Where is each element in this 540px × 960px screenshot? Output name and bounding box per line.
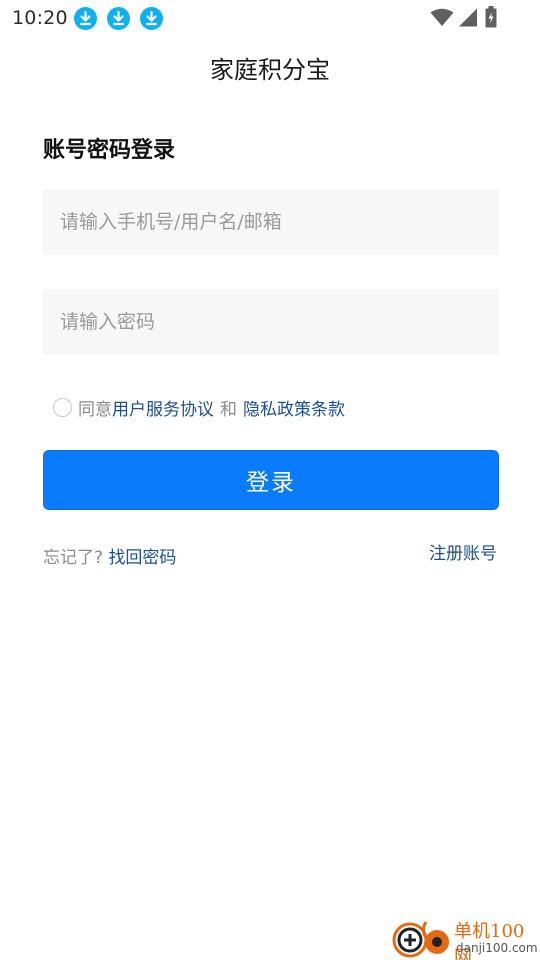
password-input[interactable]: [43, 289, 499, 355]
recover-password-link[interactable]: 找回密码: [108, 548, 176, 568]
privacy-link[interactable]: 隐私政策条款: [243, 395, 345, 420]
download-icon: [140, 7, 163, 30]
agree-checkbox[interactable]: [53, 397, 72, 417]
forgot-text: 忘记了?: [43, 548, 104, 568]
system-icons: [420, 0, 540, 36]
login-heading: 账号密码登录: [43, 138, 176, 163]
battery-charging-icon: [485, 6, 497, 28]
login-button[interactable]: 登录: [43, 450, 499, 510]
terms-link[interactable]: 用户服务协议: [112, 395, 214, 420]
wifi-icon: [430, 8, 454, 26]
username-input[interactable]: [43, 189, 499, 255]
forgot-password-row: 忘记了? 找回密码: [43, 543, 176, 568]
agree-prefix: 同意: [78, 399, 112, 420]
status-bar: 10:20: [0, 0, 540, 36]
download-icon: [107, 7, 130, 30]
page-title: 家庭积分宝: [210, 56, 330, 84]
agree-and: 和: [220, 399, 237, 420]
register-link[interactable]: 注册账号: [429, 539, 497, 564]
signal-icon: [459, 8, 477, 27]
watermark-url: danji100.com: [456, 941, 538, 955]
status-time: 10:20: [12, 7, 68, 29]
watermark-logo-icon: [392, 921, 449, 958]
watermark: 单机100网 danji100.com: [390, 914, 540, 960]
agreement-row: 同意 用户服务协议 和 隐私政策条款: [53, 394, 345, 420]
download-icon: [74, 7, 97, 30]
